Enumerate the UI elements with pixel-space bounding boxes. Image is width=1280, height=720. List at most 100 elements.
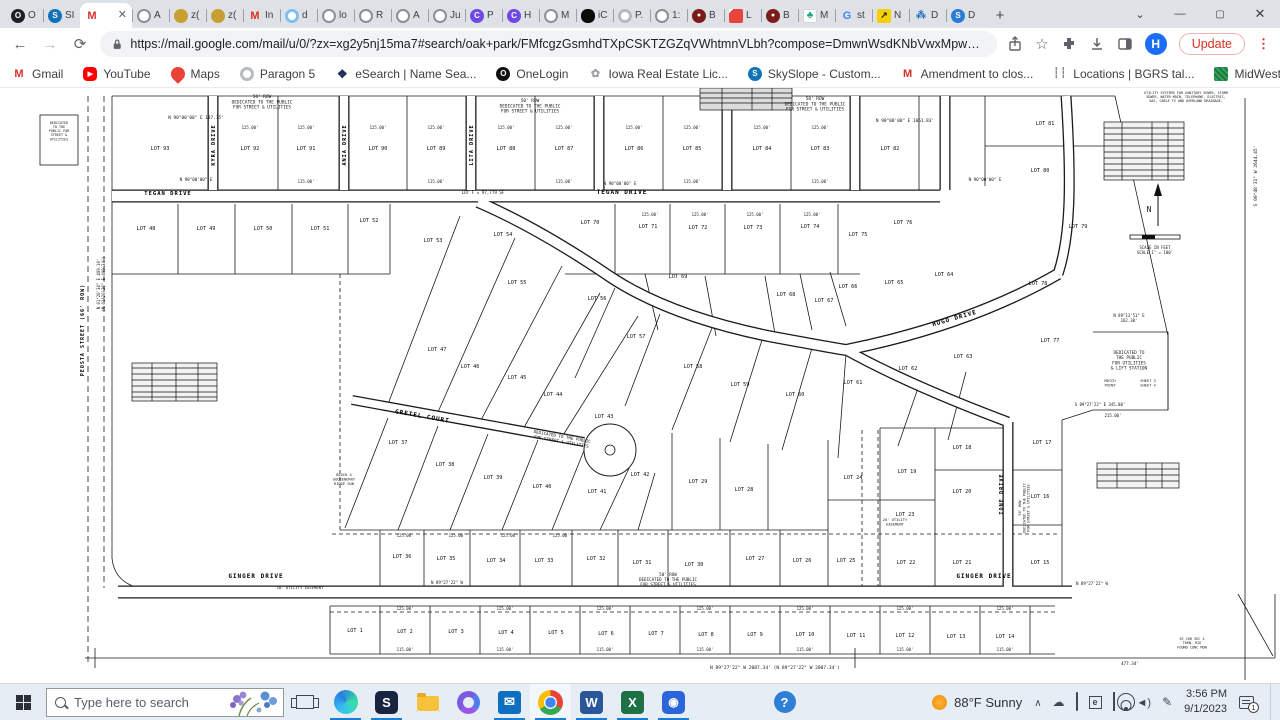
browser-tab[interactable]: CP <box>465 3 502 28</box>
bookmark-item[interactable]: ▶YouTube <box>83 67 150 81</box>
browser-tab[interactable]: z( <box>169 3 206 28</box>
maximize-button[interactable]: ▢ <box>1200 0 1240 28</box>
edge-button[interactable] <box>325 684 366 720</box>
svg-text:LOT 25: LOT 25 <box>837 558 856 564</box>
bookmark-item[interactable]: OOneLogin <box>496 67 568 81</box>
browser-tab[interactable]: OO <box>6 3 43 28</box>
tab-close-icon[interactable]: ✕ <box>118 10 127 21</box>
svg-text:115.00': 115.00' <box>597 647 614 652</box>
volume-icon[interactable]: ◄) <box>1137 693 1152 711</box>
bookmark-item[interactable]: ┆┆Locations | BGRS tal... <box>1053 67 1194 81</box>
side-panel-icon[interactable] <box>1117 36 1133 52</box>
browser-menu-kebab-icon[interactable]: ⋮ <box>1257 36 1270 52</box>
help-app-button[interactable]: ? <box>764 684 805 720</box>
profile-avatar[interactable]: H <box>1145 33 1167 55</box>
notification-center-icon[interactable]: 1 <box>1239 696 1254 709</box>
browser-tab[interactable]: MIn <box>243 3 280 28</box>
svg-text:125.00': 125.00' <box>684 125 701 130</box>
share-icon[interactable] <box>1007 36 1023 52</box>
start-button[interactable] <box>0 684 46 720</box>
camera-app-button[interactable]: ◉ <box>653 684 694 720</box>
bookmark-item[interactable]: Paragon 5 <box>240 67 315 81</box>
cloud-icon[interactable]: ☁ <box>1053 693 1065 711</box>
browser-tab[interactable]: Ju <box>428 3 465 28</box>
browser-tab[interactable]: M <box>539 3 576 28</box>
plat-map-document[interactable]: TEGAN DRIVETEGAN DRIVEKYRA DRIVEANIA DRI… <box>0 88 1280 683</box>
svg-text:125.00': 125.00' <box>747 212 764 217</box>
browser-tab[interactable]: d <box>280 3 317 28</box>
browser-tab[interactable]: iC <box>576 3 613 28</box>
bookmark-item[interactable]: MAmendment to clos... <box>901 67 1034 81</box>
svg-text:115.00': 115.00' <box>397 647 414 652</box>
e-app-icon[interactable]: e <box>1089 696 1102 709</box>
svg-text:LOT 77: LOT 77 <box>1041 338 1060 344</box>
word-icon: W <box>580 691 603 714</box>
chevron-up-icon[interactable]: ∧ <box>1034 693 1041 711</box>
svg-text:N 01°20'34" E 409.10'(N 01°20: N 01°20'34" E 409.10'(N 01°20'26" E 409.… <box>96 256 106 311</box>
new-tab-button[interactable]: + <box>987 2 1013 28</box>
svg-text:N 90°00'00" E 187.75': N 90°00'00" E 187.75' <box>168 115 224 121</box>
bookmark-star-icon[interactable]: ☆ <box>1035 35 1048 53</box>
s-app-button[interactable]: S <box>366 684 407 720</box>
display-icon[interactable] <box>1113 693 1115 711</box>
browser-tab[interactable]: CH <box>502 3 539 28</box>
loop-app-button[interactable] <box>448 684 489 720</box>
browser-tab[interactable]: P. <box>613 3 650 28</box>
browser-tab[interactable]: SSI <box>43 3 80 28</box>
bookmark-item[interactable]: SSkySlope - Custom... <box>748 67 881 81</box>
window-menu-chevron-icon[interactable]: ⌄ <box>1120 0 1160 28</box>
forward-button[interactable]: → <box>40 36 60 53</box>
taskbar-clock[interactable]: 3:56 PM 9/1/2023 <box>1184 687 1227 717</box>
tab-strip: OOSSIM✕Az(z(MIndloRAJuCPCHMiCP.1:●BL●B♣M… <box>0 0 1280 28</box>
browser-tab[interactable]: z( <box>206 3 243 28</box>
browser-tab[interactable]: 1: <box>650 3 687 28</box>
task-view-button[interactable] <box>284 684 325 720</box>
tab-label: B <box>709 10 716 21</box>
download-icon[interactable] <box>1089 36 1105 52</box>
browser-tab[interactable]: ↗N <box>872 3 909 28</box>
file-explorer-button[interactable] <box>407 684 448 720</box>
svg-text:125.00': 125.00' <box>626 125 643 130</box>
extensions-puzzle-icon[interactable] <box>1061 36 1077 52</box>
phone-icon[interactable] <box>1076 693 1078 711</box>
browser-tab[interactable]: A <box>132 3 169 28</box>
bookmark-item[interactable]: ✿Iowa Real Estate Lic... <box>588 67 727 81</box>
browser-tab[interactable]: ♣M <box>798 3 835 28</box>
browser-tab[interactable]: A <box>391 3 428 28</box>
show-desktop-button[interactable] <box>1270 684 1274 720</box>
chrome-button[interactable] <box>530 684 571 720</box>
weather-widget[interactable]: 88°F Sunny <box>932 695 1022 710</box>
browser-tab[interactable]: ●B <box>687 3 724 28</box>
update-button[interactable]: Update <box>1179 33 1245 55</box>
browser-tab[interactable]: Gst <box>835 3 872 28</box>
minimize-button[interactable]: — <box>1160 0 1200 28</box>
bookmark-item[interactable]: MGmail <box>12 67 63 81</box>
bookmark-label: Gmail <box>32 67 63 81</box>
bearing-table <box>1097 463 1179 488</box>
browser-tab[interactable]: R <box>354 3 391 28</box>
browser-tab[interactable]: L <box>724 3 761 28</box>
back-button[interactable]: ← <box>10 36 30 53</box>
browser-tab[interactable]: lo <box>317 3 354 28</box>
pen-icon[interactable]: ✎ <box>1162 693 1172 711</box>
close-button[interactable]: ✕ <box>1240 0 1280 28</box>
reload-button[interactable]: ⟳ <box>70 35 90 53</box>
svg-text:LOT 84: LOT 84 <box>753 146 772 152</box>
excel-button[interactable]: X <box>612 684 653 720</box>
word-button[interactable]: W <box>571 684 612 720</box>
bookmark-item[interactable]: Maps <box>171 67 220 81</box>
browser-tab[interactable]: SD <box>946 3 983 28</box>
svg-text:LOT 93: LOT 93 <box>151 146 170 152</box>
bookmark-item[interactable]: ❖eSearch | Name Sea... <box>335 67 476 81</box>
tab-label: D <box>968 10 975 21</box>
maps-pin-icon <box>168 64 188 84</box>
taskbar-search-box[interactable]: Type here to search <box>46 688 284 717</box>
browser-tab[interactable]: ●B <box>761 3 798 28</box>
bookmark-item[interactable]: MidWestOne <box>1214 67 1280 81</box>
svg-text:LOT 7: LOT 7 <box>648 631 664 637</box>
browser-tab[interactable]: ⁂D <box>909 3 946 28</box>
svg-text:LOT 21: LOT 21 <box>953 560 972 566</box>
mail-button[interactable]: ✉ <box>489 684 530 720</box>
address-bar[interactable]: https://mail.google.com/mail/u/0/?zx=xg2… <box>100 31 997 57</box>
browser-tab-active[interactable]: M✕ <box>80 3 132 28</box>
